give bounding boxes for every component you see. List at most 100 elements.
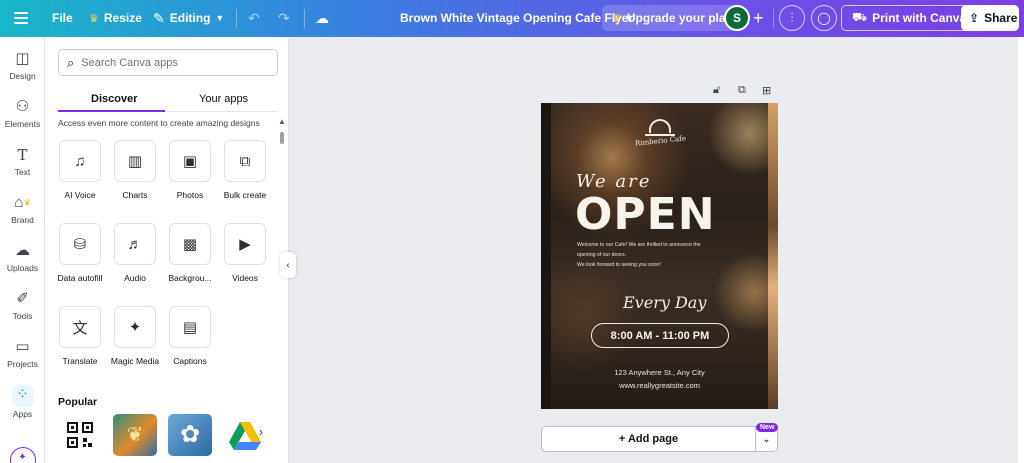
share-label: Share [984,11,1018,25]
tab-your-apps[interactable]: Your apps [199,93,248,105]
poster-page[interactable]: Rimberio Cafe We are OPEN Welcome to our… [541,103,778,409]
app-label: Charts [122,190,148,200]
rail-uploads[interactable]: ☁ Uploads [0,241,45,273]
rail-label: Text [14,167,31,177]
pencil-icon: ✎ [153,9,165,26]
app-label: Magic Media [110,356,160,366]
apps-icon: ⁘ [11,385,34,407]
popular-heading: Popular [58,396,98,408]
app-backgrounds[interactable]: ▩ Backgrou... [168,223,212,284]
editing-dropdown[interactable]: ✎ Editing ▼ [153,5,224,31]
analytics-icon[interactable]: ⫶ [779,5,805,31]
poster-every-day[interactable]: Every Day [623,293,706,312]
rail-label: Apps [12,409,33,419]
app-magic-media[interactable]: ✦ Magic Media [111,306,159,367]
app-audio[interactable]: ♬ Audio [113,223,157,284]
app-translate[interactable]: 文 Translate [58,306,102,367]
rail-projects[interactable]: ▭ Projects [0,337,45,369]
poster-open[interactable]: OPEN [575,189,716,240]
search-input[interactable] [81,56,262,69]
cloche-icon [649,119,671,133]
avatar-initial: S [732,11,741,25]
qr-code-app[interactable] [58,414,102,456]
crown-icon: ♛ [89,12,99,25]
document-title[interactable]: Brown White Vintage Opening Cafe Flyer [400,5,633,31]
poster-edge [541,103,551,409]
divider [236,9,237,28]
chevron-left-icon: ‹ [286,259,290,271]
poster-brand[interactable]: Rimberio Cafe [635,134,687,147]
translate-icon: 文 [59,306,101,348]
poster-hours[interactable]: 8:00 AM - 11:00 PM [591,323,729,348]
app-bulk-create[interactable]: ⧉ Bulk create [223,140,267,201]
duplicate-page-icon[interactable]: ⧉ [738,84,746,97]
rail-design[interactable]: ◫ Design [0,49,45,81]
redo-icon[interactable]: ↷ [278,5,290,31]
flower-app[interactable]: ✿ [168,414,212,456]
app-captions[interactable]: ▤ Captions [168,306,212,367]
rail-tools[interactable]: ✐ Tools [0,289,45,321]
poster-address[interactable]: 123 Anywhere St., Any City [541,368,778,377]
butterfly-icon: ❦ [126,424,144,446]
resize-button[interactable]: ♛ Resize [89,5,142,31]
app-ai-voice[interactable]: ♫ AI Voice [58,140,102,201]
rail-label: Uploads [6,263,39,273]
lock-icon[interactable]: 🔓︎ [713,84,720,97]
add-collaborator-icon[interactable]: + [753,5,764,31]
chevron-right-icon[interactable]: › [259,425,263,439]
poster-welcome-line[interactable]: opening of our doors. [577,251,727,260]
play-icon: ▶ [224,223,266,265]
app-label: Videos [232,273,258,283]
add-page-icon[interactable]: ⊞ [762,84,771,97]
rail-label: Elements [4,119,41,129]
cloud-save-icon[interactable]: ☁ [315,5,329,31]
butterfly-app[interactable]: ❦ [113,414,157,456]
tab-discover[interactable]: Discover [91,93,137,105]
app-label: Backgrou... [168,273,212,283]
poster-website[interactable]: www.reallygreatsite.com [541,381,778,390]
menu-icon[interactable] [14,5,28,31]
comment-icon[interactable]: ◯ [811,5,837,31]
rail-apps[interactable]: ⁘ Apps [0,385,45,419]
add-page-button[interactable]: + Add page ⌄ [541,426,778,452]
bulk-create-icon: ⧉ [224,140,266,182]
app-charts[interactable]: ▥ Charts [113,140,157,201]
poster-welcome-line[interactable]: We look forward to seeing you soon! [577,261,727,270]
text-icon: T [17,146,28,164]
app-videos[interactable]: ▶ Videos [223,223,267,284]
upgrade-label: Upgrade your plan [626,11,733,25]
app-data-autofill[interactable]: ⛁ Data autofill [58,223,102,284]
app-label: Data autofill [57,273,103,283]
app-photos[interactable]: ▣ Photos [168,140,212,201]
avatar[interactable]: S [724,5,750,31]
microphone-icon: ♫ [59,140,101,182]
app-label: Captions [173,356,207,366]
file-menu[interactable]: File [52,5,73,31]
upgrade-button[interactable]: ♛ Upgrade your plan [602,5,743,31]
scroll-up-icon[interactable]: ▲ [278,117,286,126]
print-button[interactable]: ⛟ Print with Canva [841,5,978,31]
share-button[interactable]: ⇪ Share [961,5,1019,31]
left-rail: ◫ Design ⚇ Elements T Text ⌂♛ Brand ☁ Uploads… [0,37,45,463]
collapse-panel-button[interactable]: ‹ [280,252,296,278]
resize-label: Resize [103,11,142,25]
search-box[interactable]: ⌕ [58,49,278,76]
poster-welcome-line[interactable]: Welcome to our Cafe! We are thrilled to … [577,241,727,250]
rail-elements[interactable]: ⚇ Elements [0,97,45,129]
undo-icon[interactable]: ↶ [248,5,260,31]
rail-brand[interactable]: ⌂♛ Brand [0,193,45,225]
app-label: Audio [124,273,146,283]
share-icon: ⇪ [969,11,980,25]
magic-media-icon: ✦ [114,306,156,348]
scrollbar-thumb[interactable] [280,132,284,144]
divider [773,9,774,28]
divider [304,9,305,28]
rail-text[interactable]: T Text [0,145,45,177]
captions-icon: ▤ [169,306,211,348]
add-page-label: + Add page [618,433,679,445]
database-icon: ⛁ [59,223,101,265]
poster-edge [768,103,778,409]
hint-text: Access even more content to create amazi… [58,118,260,128]
music-note-icon: ♬ [114,223,156,265]
magic-icon[interactable]: ✦ [0,447,45,463]
